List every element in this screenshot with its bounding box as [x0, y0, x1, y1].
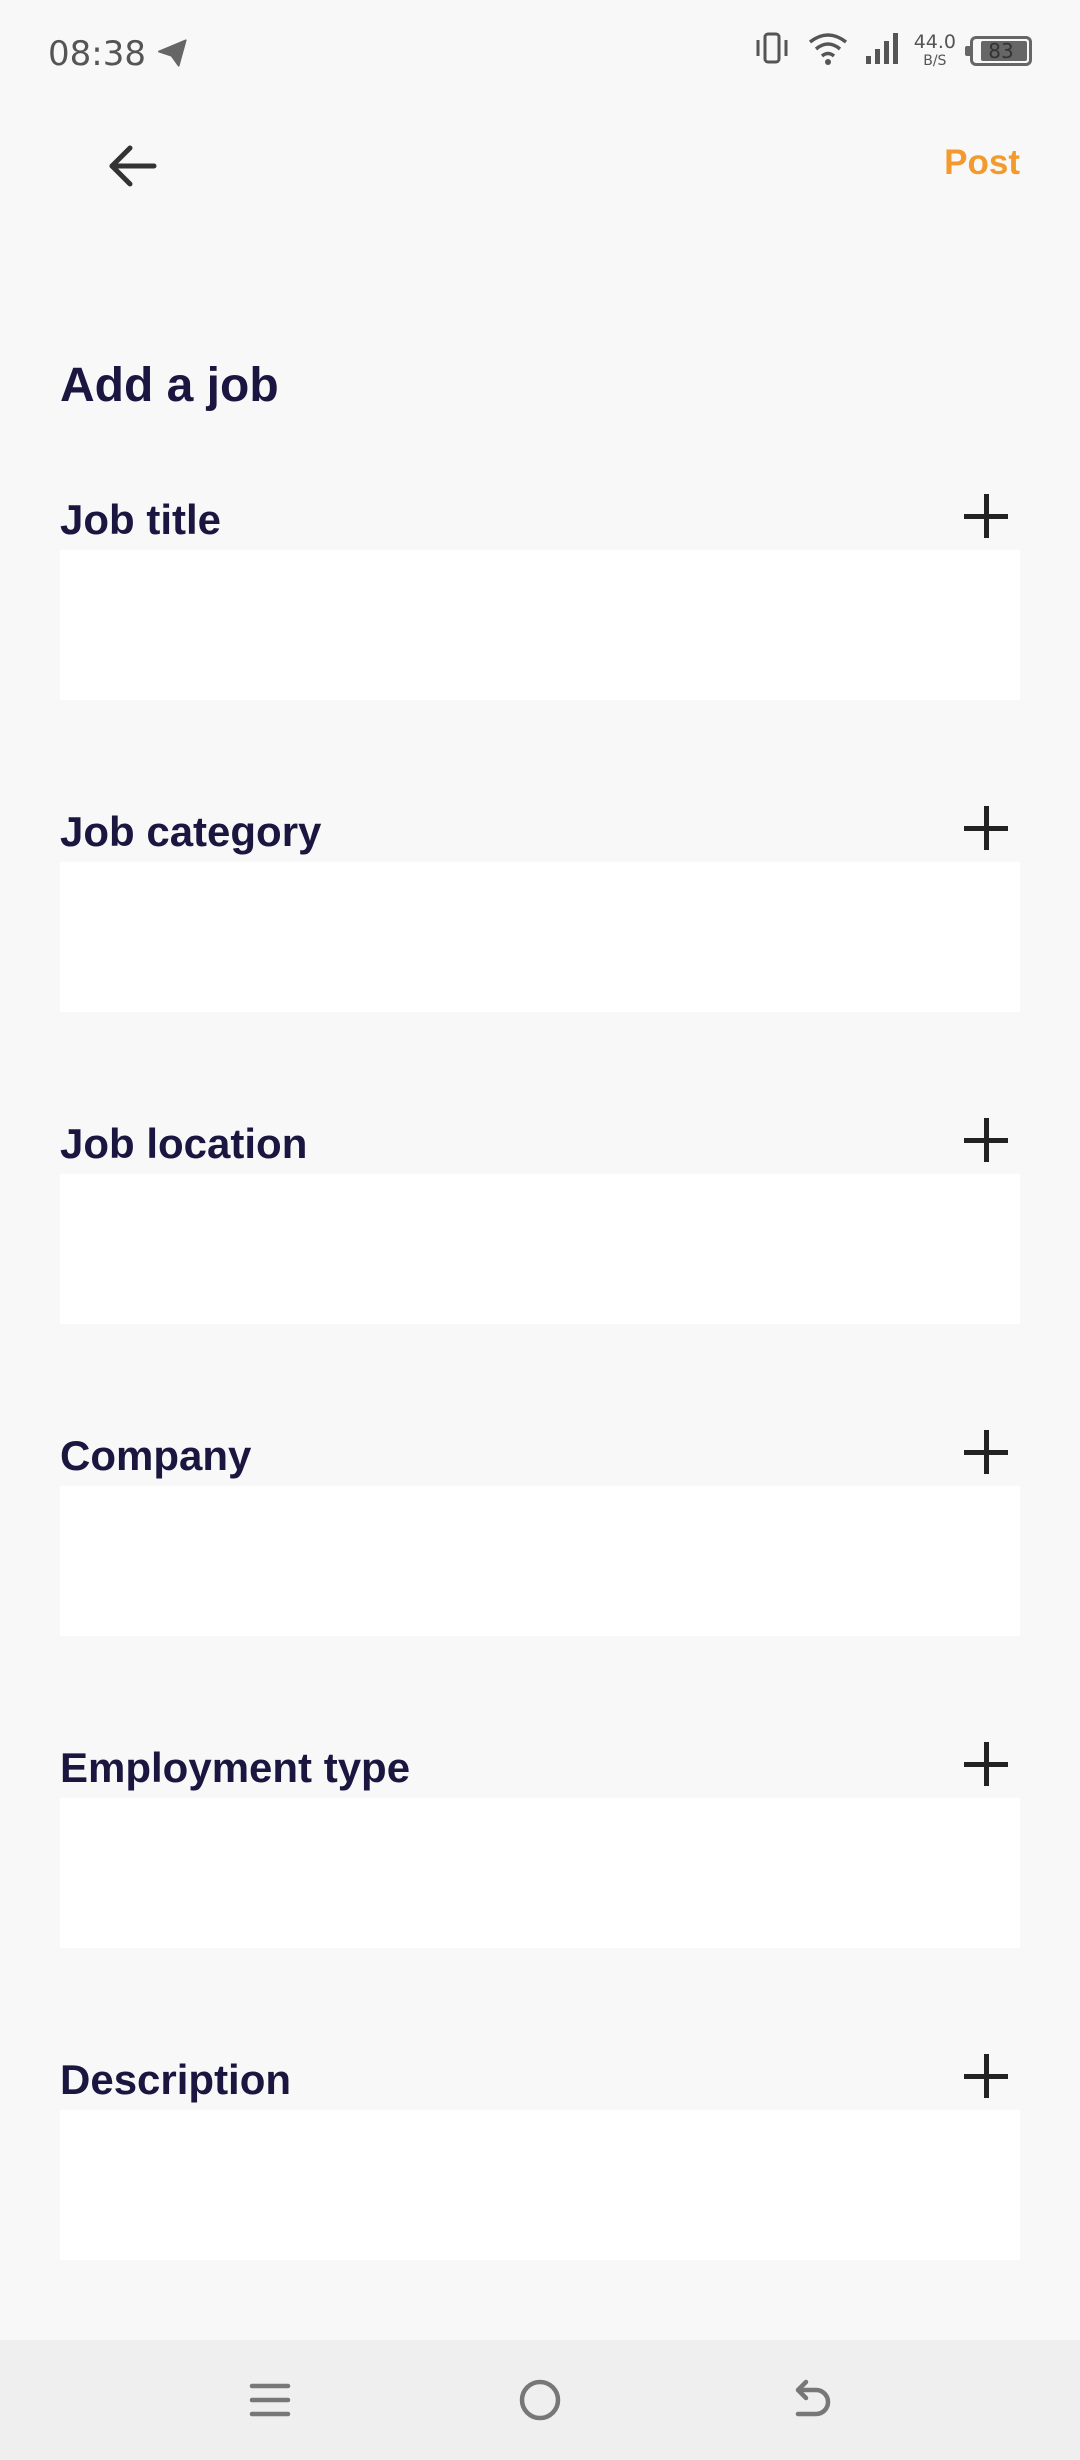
- post-button[interactable]: Post: [944, 143, 1020, 183]
- field-label: Job location: [60, 1120, 308, 1167]
- home-circle-icon: [519, 2379, 561, 2421]
- field-label: Job category: [60, 808, 322, 855]
- system-nav-bar: [0, 2340, 1080, 2460]
- signal-icon: [864, 30, 900, 71]
- network-speed-unit: B/S: [923, 53, 947, 69]
- field-job-category: Job category: [60, 800, 1020, 1012]
- back-button[interactable]: [96, 130, 168, 202]
- job-category-input[interactable]: [60, 862, 1020, 1012]
- description-input[interactable]: [60, 2110, 1020, 2260]
- field-job-location: Job location: [60, 1112, 1020, 1324]
- network-speed-value: 44.0: [913, 31, 956, 53]
- employment-type-input[interactable]: [60, 1798, 1020, 1948]
- field-label: Company: [60, 1432, 252, 1479]
- plus-icon[interactable]: [962, 804, 1010, 852]
- status-time: 08:38: [48, 34, 146, 74]
- plus-icon[interactable]: [962, 1116, 1010, 1164]
- field-description: Description: [60, 2048, 1020, 2260]
- field-label: Description: [60, 2056, 292, 2103]
- home-button[interactable]: [510, 2370, 570, 2430]
- field-label: Job title: [60, 496, 222, 543]
- recent-apps-button[interactable]: [240, 2370, 300, 2430]
- field-employment-type: Employment type: [60, 1736, 1020, 1948]
- network-speed: 44.0 B/S: [913, 31, 956, 69]
- plus-icon[interactable]: [962, 492, 1010, 540]
- job-title-input[interactable]: [60, 550, 1020, 700]
- page-title: Add a job: [60, 359, 279, 412]
- job-location-input[interactable]: [60, 1174, 1020, 1324]
- battery-level: 83: [988, 38, 1014, 63]
- vibrate-icon: [752, 30, 792, 71]
- status-bar: 08:38 44.0 B/S 83: [0, 0, 1080, 110]
- field-company: Company: [60, 1424, 1020, 1636]
- plus-icon[interactable]: [962, 1428, 1010, 1476]
- plus-icon[interactable]: [962, 2052, 1010, 2100]
- menu-icon: [249, 2383, 291, 2417]
- plus-icon[interactable]: [962, 1740, 1010, 1788]
- telegram-send-icon: [156, 36, 190, 75]
- field-label: Employment type: [60, 1744, 411, 1791]
- arrow-left-icon: [109, 145, 157, 187]
- battery-icon: 83: [965, 35, 1032, 66]
- back-return-icon: [795, 2379, 831, 2417]
- wifi-icon: [806, 30, 850, 71]
- company-input[interactable]: [60, 1486, 1020, 1636]
- field-job-title: Job title: [60, 488, 1020, 700]
- system-back-button[interactable]: [780, 2370, 840, 2430]
